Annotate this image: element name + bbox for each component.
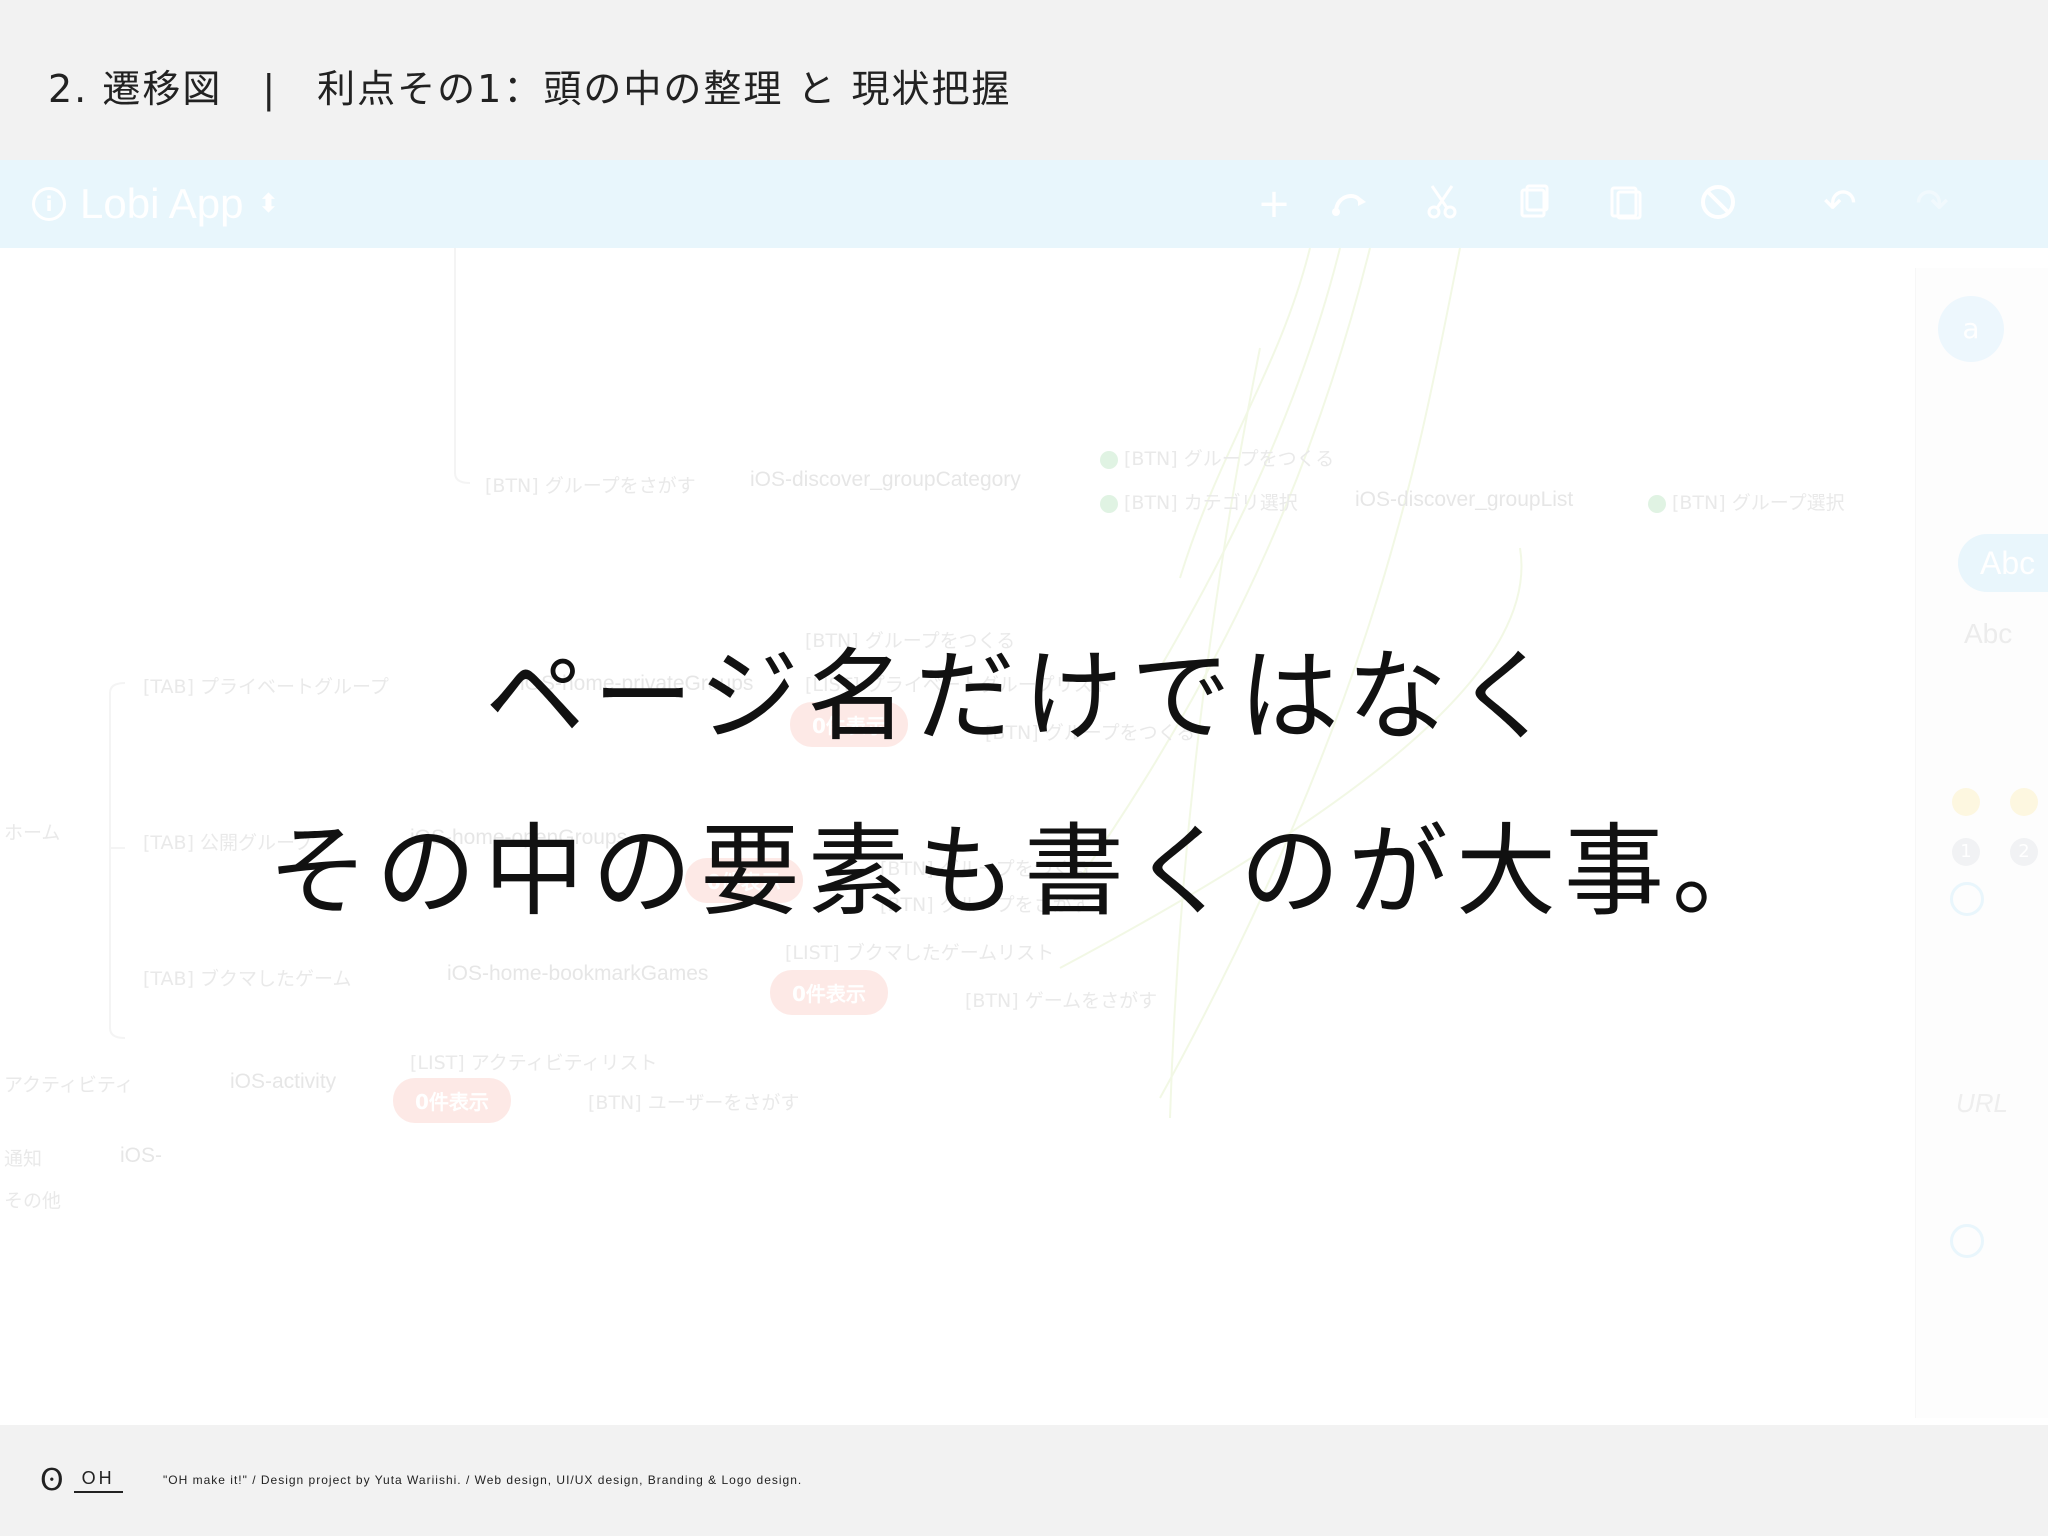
headline-line-1: ページ名だけではなく	[485, 638, 1563, 755]
oh-logo: ʘ OH	[40, 1463, 123, 1498]
slide-footer: ʘ OH "OH make it!" / Design project by Y…	[0, 1425, 2048, 1536]
logo-face-icon: ʘ	[40, 1463, 64, 1498]
app-screenshot: i Lobi App ⬍ + ↶ ↷ [BTN] グループをさがす iOS-di…	[0, 160, 2048, 1425]
footer-credit: "OH make it!" / Design project by Yuta W…	[163, 1473, 803, 1487]
logo-text: OH	[73, 1468, 123, 1493]
slide-title: 2. 遷移図 | 利点その1：頭の中の整理 と 現状把握	[48, 67, 1012, 111]
slide-header: 2. 遷移図 | 利点その1：頭の中の整理 と 現状把握	[0, 0, 2048, 160]
headline-line-2: その中の要素も書くのが大事。	[268, 813, 1780, 930]
